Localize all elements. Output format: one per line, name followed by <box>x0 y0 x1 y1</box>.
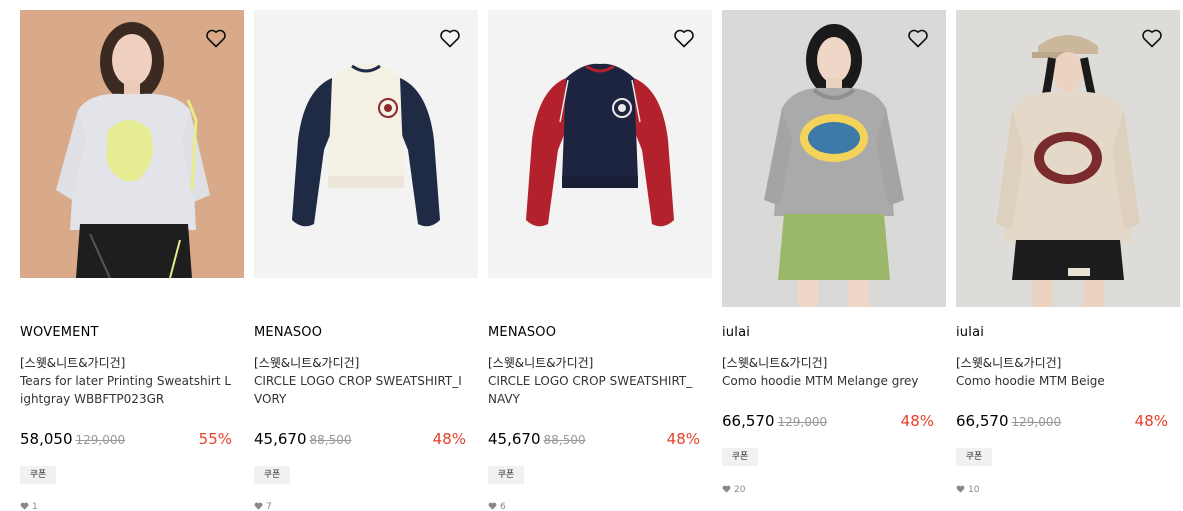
product-category: [스웻&니트&가디건] <box>488 356 594 370</box>
product-name[interactable]: Como hoodie MTM Melange grey <box>722 372 934 390</box>
heart-icon[interactable] <box>204 26 228 50</box>
discount-rate: 48% <box>432 430 466 448</box>
heart-icon[interactable] <box>672 26 696 50</box>
sale-price: 66,570 <box>956 412 1009 430</box>
product-image[interactable] <box>20 10 244 278</box>
small-heart-icon <box>254 502 263 510</box>
coupon-badge: 쿠폰 <box>488 466 524 484</box>
brand-name[interactable]: MENASOO <box>488 324 712 342</box>
like-count: 10 <box>956 484 979 496</box>
discount-rate: 55% <box>198 430 232 448</box>
brand-name[interactable]: MENASOO <box>254 324 478 342</box>
coupon-badge: 쿠폰 <box>956 448 992 466</box>
product-info: MENASOO [스웻&니트&가디건] CIRCLE LOGO CROP SWE… <box>488 324 712 408</box>
sale-price: 45,670 <box>488 430 541 448</box>
product-grid: WOVEMENT [스웻&니트&가디건] Tears for later Pri… <box>0 0 1183 511</box>
sale-price: 45,670 <box>254 430 307 448</box>
coupon-badge: 쿠폰 <box>722 448 758 466</box>
like-count-value: 6 <box>500 502 506 511</box>
brand-name[interactable]: iulai <box>722 324 946 342</box>
product-name[interactable]: CIRCLE LOGO CROP SWEATSHIRT_NAVY <box>488 372 700 408</box>
brand-name[interactable]: WOVEMENT <box>20 324 244 342</box>
original-price: 129,000 <box>1011 415 1062 429</box>
product-category: [스웻&니트&가디건] <box>722 356 828 370</box>
brand-name[interactable]: iulai <box>956 324 1180 342</box>
product-name[interactable]: CIRCLE LOGO CROP SWEATSHIRT_IVORY <box>254 372 466 408</box>
small-heart-icon <box>20 502 29 510</box>
discount-rate: 48% <box>666 430 700 448</box>
like-count-value: 20 <box>734 485 746 495</box>
sale-price: 66,570 <box>722 412 775 430</box>
like-count: 1 <box>20 501 38 511</box>
discount-rate: 48% <box>1134 412 1168 430</box>
product-info: WOVEMENT [스웻&니트&가디건] Tears for later Pri… <box>20 324 244 408</box>
original-price: 129,000 <box>75 433 126 447</box>
small-heart-icon <box>956 485 965 493</box>
like-count: 7 <box>254 501 272 511</box>
coupon-badge: 쿠폰 <box>254 466 290 484</box>
product-card[interactable]: WOVEMENT [스웻&니트&가디건] Tears for later Pri… <box>20 10 244 511</box>
product-name[interactable]: Tears for later Printing Sweatshirt Ligh… <box>20 372 232 408</box>
like-count-value: 7 <box>266 502 272 511</box>
product-card[interactable]: iulai [스웻&니트&가디건] Como hoodie MTM Beige … <box>956 10 1180 495</box>
original-price: 88,500 <box>309 433 352 447</box>
heart-icon[interactable] <box>1140 26 1164 50</box>
product-card[interactable]: iulai [스웻&니트&가디건] Como hoodie MTM Melang… <box>722 10 946 495</box>
small-heart-icon <box>488 502 497 510</box>
product-card[interactable]: MENASOO [스웻&니트&가디건] CIRCLE LOGO CROP SWE… <box>488 10 712 511</box>
like-count-value: 10 <box>968 485 980 495</box>
product-image[interactable] <box>956 10 1180 307</box>
sale-price: 58,050 <box>20 430 73 448</box>
original-price: 129,000 <box>777 415 828 429</box>
product-category: [스웻&니트&가디건] <box>20 356 126 370</box>
like-count-value: 1 <box>32 502 38 511</box>
product-card[interactable]: MENASOO [스웻&니트&가디건] CIRCLE LOGO CROP SWE… <box>254 10 478 511</box>
product-category: [스웻&니트&가디건] <box>254 356 360 370</box>
price-row: 66,570 129,000 48% <box>956 410 1168 432</box>
like-count: 20 <box>722 484 745 496</box>
product-image[interactable] <box>722 10 946 307</box>
small-heart-icon <box>722 485 731 493</box>
heart-icon[interactable] <box>438 26 462 50</box>
product-image[interactable] <box>488 10 712 278</box>
product-image[interactable] <box>254 10 478 278</box>
discount-rate: 48% <box>900 412 934 430</box>
product-category: [스웻&니트&가디건] <box>956 356 1062 370</box>
price-row: 45,670 88,500 48% <box>254 428 466 450</box>
heart-icon[interactable] <box>906 26 930 50</box>
original-price: 88,500 <box>543 433 586 447</box>
price-row: 66,570 129,000 48% <box>722 410 934 432</box>
price-row: 45,670 88,500 48% <box>488 428 700 450</box>
coupon-badge: 쿠폰 <box>20 466 56 484</box>
product-name[interactable]: Como hoodie MTM Beige <box>956 372 1168 390</box>
product-info: MENASOO [스웻&니트&가디건] CIRCLE LOGO CROP SWE… <box>254 324 478 408</box>
product-info: iulai [스웻&니트&가디건] Como hoodie MTM Beige <box>956 324 1180 390</box>
like-count: 6 <box>488 501 506 511</box>
price-row: 58,050 129,000 55% <box>20 428 232 450</box>
product-info: iulai [스웻&니트&가디건] Como hoodie MTM Melang… <box>722 324 946 390</box>
